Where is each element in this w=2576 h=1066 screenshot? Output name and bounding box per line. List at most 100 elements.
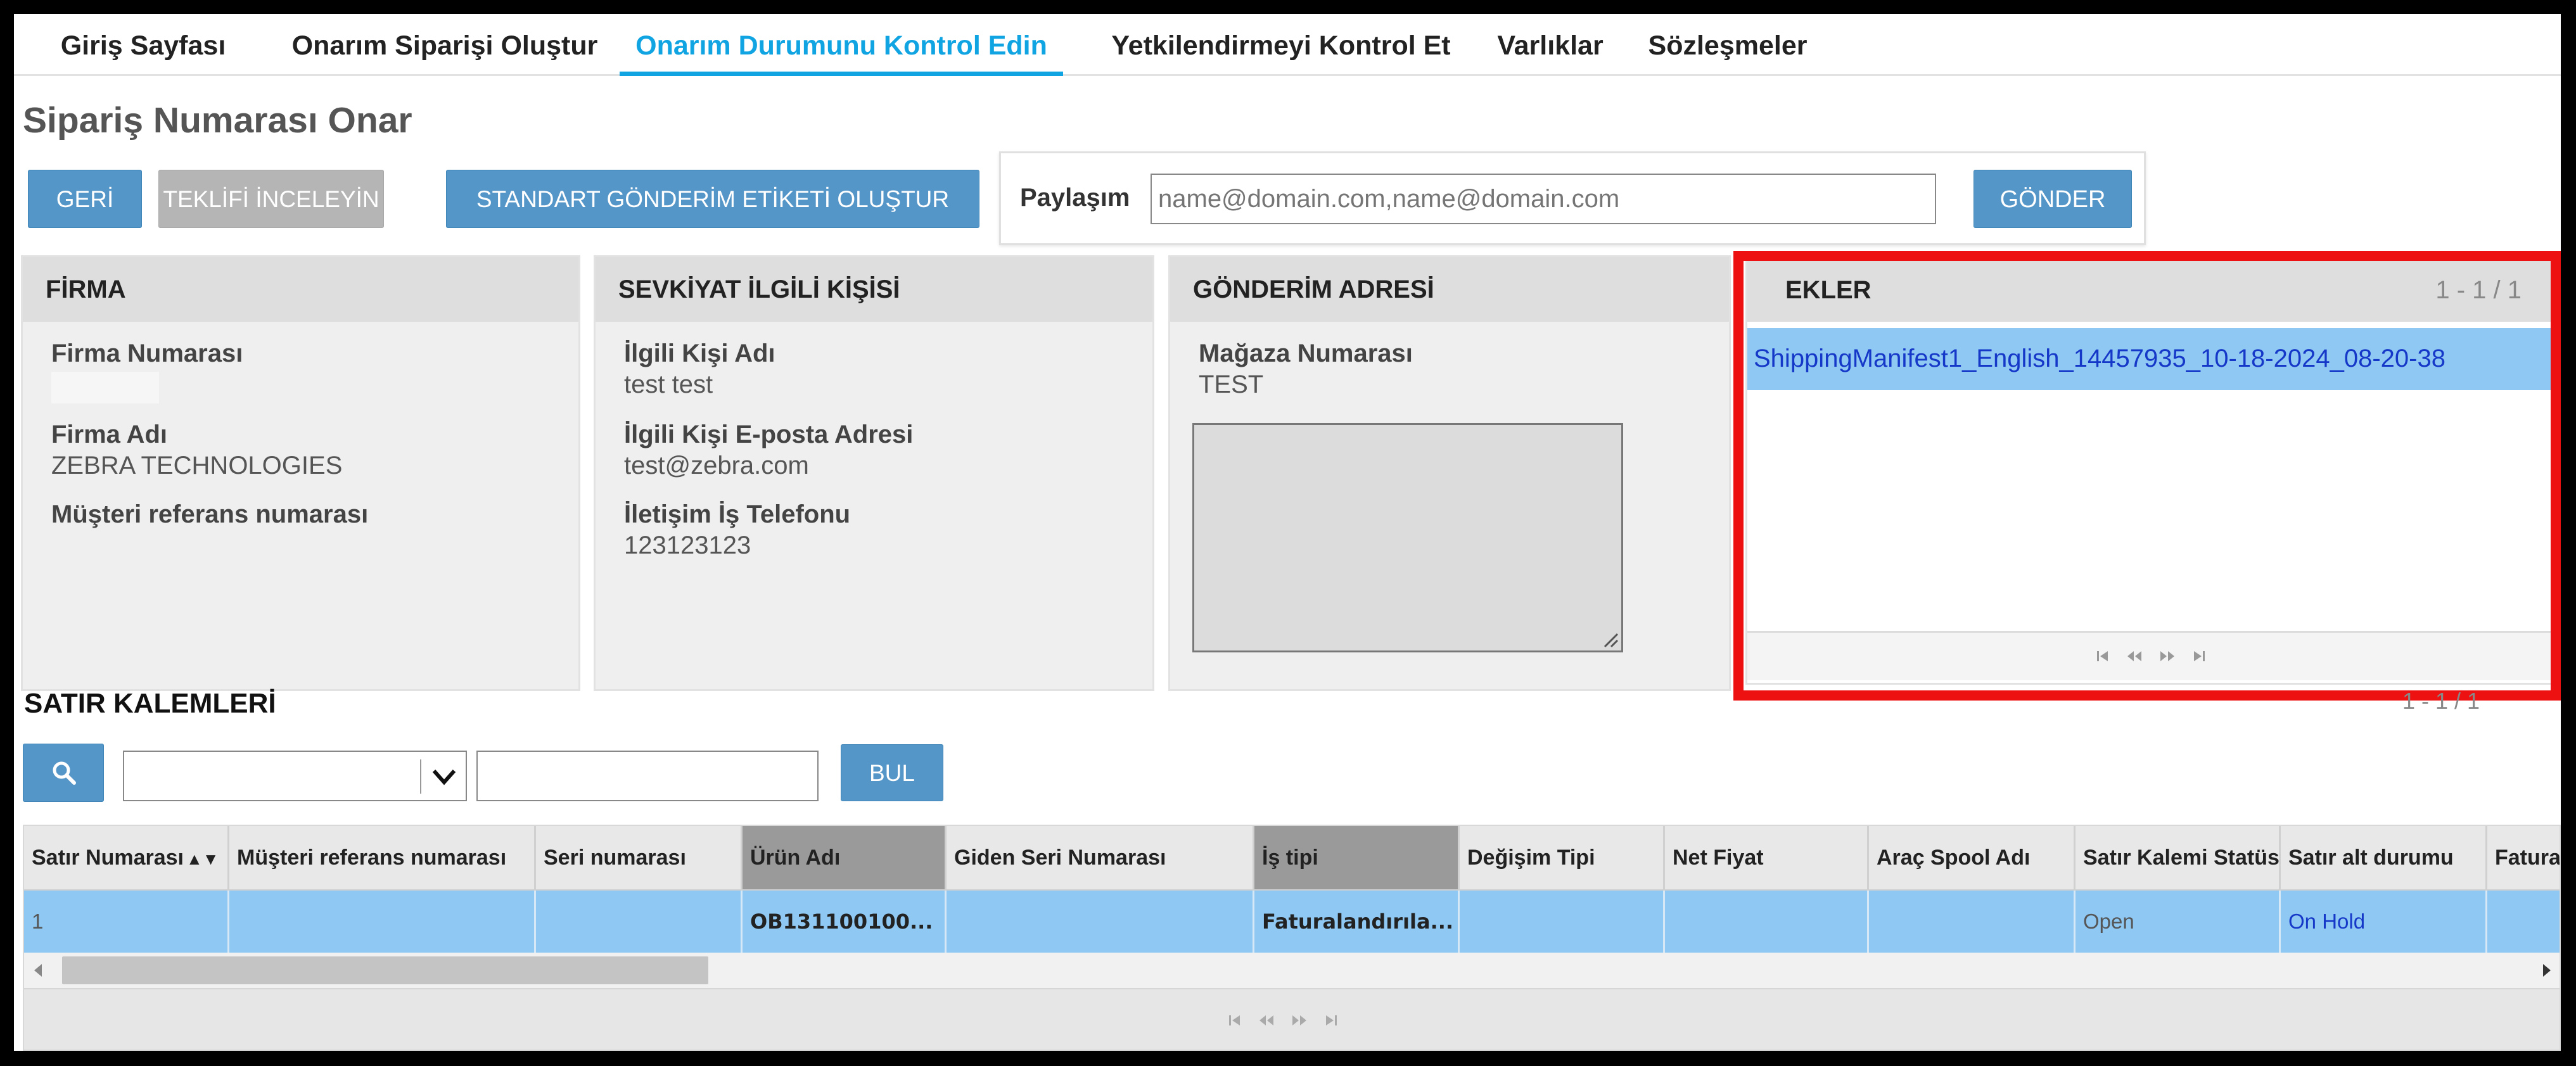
line-items-count: 1 - 1 / 1	[2402, 688, 2480, 714]
tab-contracts[interactable]: Sözleşmeler	[1633, 14, 1823, 76]
cell-line-status: Open	[2075, 891, 2281, 953]
tab-check-repair-status[interactable]: Onarım Durumunu Kontrol Edin	[620, 14, 1063, 76]
column-header-line-number[interactable]: Satır Numarası ▲▼	[24, 826, 229, 889]
column-header-net-price[interactable]: Net Fiyat	[1665, 826, 1869, 889]
company-number-field: Firma Numarası	[51, 339, 243, 403]
sort-icon[interactable]: ▲▼	[186, 849, 219, 868]
scrollbar-thumb[interactable]	[62, 956, 708, 984]
column-header-line-status[interactable]: Satır Kalemi Statüsü	[2075, 826, 2281, 889]
column-header-line-sub-status[interactable]: Satır alt durumu	[2281, 826, 2487, 889]
shipping-address-card: GÖNDERİM ADRESİ Mağaza Numarası TEST	[1170, 257, 1729, 689]
last-page-icon[interactable]	[1324, 1013, 1338, 1027]
attachment-row[interactable]: ShippingManifest1_English_14457935_10-18…	[1747, 328, 2560, 390]
tab-assets[interactable]: Varlıklar	[1487, 14, 1614, 76]
grid-pager-bar	[24, 988, 2560, 1050]
first-page-icon[interactable]	[1228, 1013, 1242, 1027]
company-number-label: Firma Numarası	[51, 339, 243, 367]
page-title: Sipariş Numarası Onar	[23, 100, 412, 141]
previous-page-icon[interactable]	[2126, 649, 2143, 663]
company-name-value: ZEBRA TECHNOLOGIES	[51, 452, 343, 479]
attachments-count: 1 - 1 / 1	[2435, 276, 2522, 304]
customer-reference-label: Müşteri referans numarası	[51, 500, 369, 528]
line-items-grid: Satır Numarası ▲▼ Müşteri referans numara…	[23, 825, 2561, 1051]
tab-home[interactable]: Giriş Sayfası	[42, 14, 245, 76]
contact-phone-field: İletişim İş Telefonu 123123123	[624, 500, 850, 560]
shipping-contact-header: SEVKİYAT İLGİLİ KİŞİSİ	[596, 257, 1152, 322]
store-number-field: Mağaza Numarası TEST	[1199, 339, 1413, 399]
share-label: Paylaşım	[1020, 184, 1130, 212]
cell-exchange-type	[1460, 891, 1665, 953]
contact-email-field: İlgili Kişi E-posta Adresi test@zebra.co…	[624, 421, 913, 480]
contact-phone-value: 123123123	[624, 531, 751, 559]
cell-line-number: 1	[24, 891, 229, 953]
back-button[interactable]: GERİ	[28, 170, 142, 228]
column-header-spool-name[interactable]: Araç Spool Adı	[1869, 826, 2075, 889]
cell-outgoing-serial	[947, 891, 1254, 953]
contact-name-label: İlgili Kişi Adı	[624, 339, 775, 367]
grid-pager	[1228, 1013, 1338, 1027]
send-button[interactable]: GÖNDER	[1973, 170, 2132, 228]
chevron-down-icon[interactable]	[430, 765, 458, 790]
cell-job-type: Faturalandırıla...	[1254, 891, 1460, 953]
shipping-address-header: GÖNDERİM ADRESİ	[1170, 257, 1729, 322]
grid-header-row: Satır Numarası ▲▼ Müşteri referans numara…	[24, 826, 2560, 891]
column-header-job-type[interactable]: İş tipi	[1254, 826, 1460, 889]
column-header-serial-number[interactable]: Seri numarası	[536, 826, 743, 889]
next-page-icon[interactable]	[1291, 1013, 1308, 1027]
review-quote-button[interactable]: TEKLİFİ İNCELEYİN	[158, 170, 384, 228]
company-name-label: Firma Adı	[51, 421, 167, 448]
scroll-right-icon[interactable]	[2541, 963, 2553, 978]
cell-billing	[2487, 891, 2560, 953]
shipping-contact-card: SEVKİYAT İLGİLİ KİŞİSİ İlgili Kişi Adı t…	[596, 257, 1152, 689]
attachments-header: EKLER 1 - 1 / 1	[1747, 257, 2560, 322]
cell-product-name: OB131100100...	[743, 891, 947, 953]
contact-name-value: test test	[624, 371, 713, 398]
tab-check-authorization[interactable]: Yetkilendirmeyi Kontrol Et	[1091, 14, 1471, 76]
next-page-icon[interactable]	[2159, 649, 2176, 663]
attachments-card: EKLER 1 - 1 / 1 ShippingManifest1_Englis…	[1747, 257, 2560, 683]
company-name-field: Firma Adı ZEBRA TECHNOLOGIES	[51, 421, 342, 480]
search-icon	[53, 761, 76, 785]
column-header-customer-ref[interactable]: Müşteri referans numarası	[229, 826, 536, 889]
first-page-icon[interactable]	[2096, 649, 2110, 663]
store-number-value: TEST	[1199, 371, 1264, 398]
cell-serial-number	[536, 891, 743, 953]
company-card: FİRMA Firma Numarası Firma Adı ZEBRA TEC…	[23, 257, 578, 689]
column-header-exchange-type[interactable]: Değişim Tipi	[1460, 826, 1665, 889]
contact-email-value: test@zebra.com	[624, 452, 809, 479]
company-card-header: FİRMA	[23, 257, 578, 322]
column-header-billing[interactable]: Faturalama	[2487, 826, 2560, 889]
column-header-outgoing-serial[interactable]: Giden Seri Numarası	[947, 826, 1254, 889]
attachments-pager	[2096, 649, 2206, 663]
column-header-label: Satır Numarası	[32, 846, 184, 870]
store-number-label: Mağaza Numarası	[1199, 339, 1413, 367]
select-divider	[420, 759, 421, 794]
company-number-value	[51, 372, 159, 403]
search-button[interactable]	[23, 744, 104, 802]
top-nav: Giriş Sayfası Onarım Siparişi Oluştur On…	[14, 14, 2561, 76]
contact-email-label: İlgili Kişi E-posta Adresi	[624, 421, 914, 448]
resize-handle-icon[interactable]	[1601, 630, 1619, 648]
contact-name-field: İlgili Kişi Adı test test	[624, 339, 775, 399]
filter-column-select[interactable]	[123, 751, 467, 801]
table-row[interactable]: 1 OB131100100... Faturalandırıla... Open…	[24, 891, 2560, 953]
last-page-icon[interactable]	[2192, 649, 2206, 663]
cell-line-sub-status[interactable]: On Hold	[2281, 891, 2487, 953]
share-panel: Paylaşım GÖNDER	[999, 151, 2146, 245]
create-shipping-label-button[interactable]: STANDART GÖNDERİM ETİKETİ OLUŞTUR	[446, 170, 979, 228]
attachments-pager-bar	[1747, 631, 2560, 680]
previous-page-icon[interactable]	[1258, 1013, 1275, 1027]
line-items-title: SATIR KALEMLERİ	[24, 688, 276, 719]
column-header-product-name[interactable]: Ürün Adı	[743, 826, 947, 889]
contact-phone-label: İletişim İş Telefonu	[624, 500, 851, 528]
share-email-input[interactable]	[1151, 174, 1936, 224]
app-window: Giriş Sayfası Onarım Siparişi Oluştur On…	[14, 14, 2561, 1051]
attachments-title: EKLER	[1785, 276, 1871, 304]
scroll-left-icon[interactable]	[32, 963, 44, 978]
attachment-link[interactable]: ShippingManifest1_English_14457935_10-18…	[1754, 345, 2445, 373]
find-button[interactable]: BUL	[841, 744, 943, 801]
filter-search-input[interactable]	[476, 751, 819, 801]
horizontal-scrollbar[interactable]	[24, 953, 2560, 988]
address-textarea[interactable]	[1192, 423, 1623, 652]
tab-create-repair-order[interactable]: Onarım Siparişi Oluştur	[274, 14, 616, 76]
